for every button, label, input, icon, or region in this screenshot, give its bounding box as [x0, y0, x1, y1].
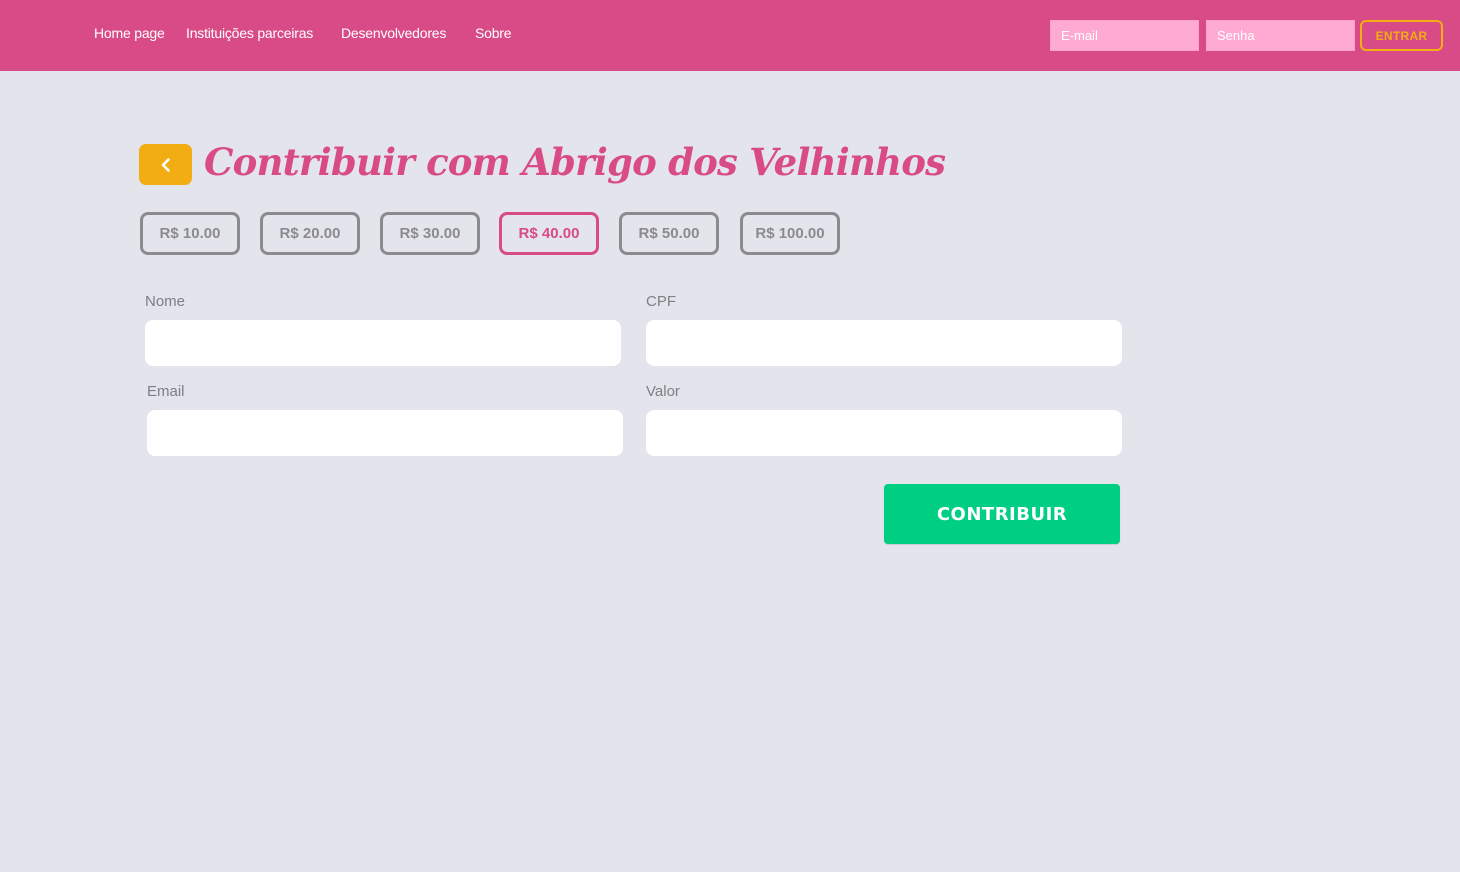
- nav-link-about[interactable]: Sobre: [475, 25, 512, 41]
- back-button[interactable]: [139, 144, 192, 185]
- amount-option-50[interactable]: R$ 50.00: [619, 212, 719, 255]
- name-input[interactable]: [145, 320, 621, 366]
- cpf-label: CPF: [646, 293, 676, 310]
- email-input[interactable]: [147, 410, 623, 456]
- page-title: Contribuir com Abrigo dos Velhinhos: [204, 140, 946, 184]
- name-label: Nome: [145, 293, 186, 310]
- email-label: Email: [147, 383, 185, 400]
- value-input[interactable]: [646, 410, 1122, 456]
- login-email-input[interactable]: [1050, 20, 1199, 51]
- nav-link-home[interactable]: Home page: [94, 25, 165, 41]
- nav-link-developers[interactable]: Desenvolvedores: [341, 25, 446, 41]
- login-password-input[interactable]: [1206, 20, 1355, 51]
- chevron-left-icon: [161, 157, 170, 172]
- value-label: Valor: [646, 383, 680, 400]
- amount-option-30[interactable]: R$ 30.00: [380, 212, 480, 255]
- cpf-input[interactable]: [646, 320, 1122, 366]
- amount-option-20[interactable]: R$ 20.00: [260, 212, 360, 255]
- amount-option-10[interactable]: R$ 10.00: [140, 212, 240, 255]
- amount-option-100[interactable]: R$ 100.00: [740, 212, 840, 255]
- navbar: Home page Instituições parceiras Desenvo…: [0, 0, 1460, 71]
- login-button[interactable]: ENTRAR: [1360, 20, 1443, 51]
- nav-link-partner-institutions[interactable]: Instituições parceiras: [186, 25, 313, 41]
- amount-option-40[interactable]: R$ 40.00: [499, 212, 599, 255]
- contribute-button[interactable]: CONTRIBUIR: [884, 484, 1120, 544]
